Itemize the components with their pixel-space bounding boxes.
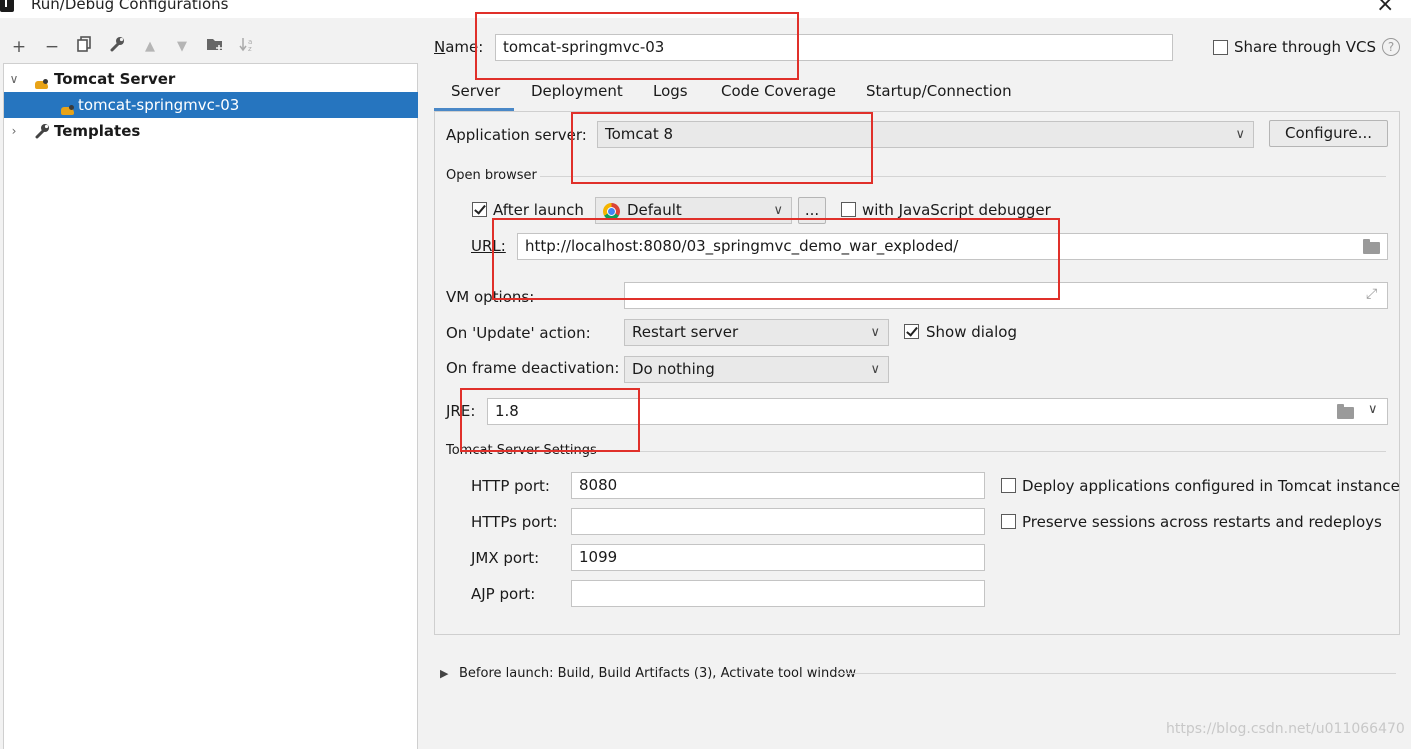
section-divider <box>595 451 1386 452</box>
jmx-port-field[interactable]: 1099 <box>571 544 985 571</box>
before-launch-label[interactable]: Before launch: Build, Build Artifacts (3… <box>459 666 856 681</box>
deploy-apps-label: Deploy applications configured in Tomcat… <box>1022 477 1400 495</box>
annotation-box-jre <box>460 388 640 452</box>
configuration-tree[interactable]: ∨ Tomcat Server tomcat-springmvc-03 › Te… <box>3 63 418 749</box>
folder-add-icon <box>207 39 222 51</box>
window-title: Run/Debug Configurations <box>31 0 229 13</box>
section-divider <box>836 673 1396 674</box>
copy-icon <box>77 36 91 52</box>
edit-defaults-button[interactable] <box>106 36 128 58</box>
deploy-apps-checkbox[interactable] <box>1001 478 1016 493</box>
http-port-label: HTTP port: <box>471 477 550 495</box>
remove-configuration-button[interactable]: − <box>41 36 63 58</box>
tree-item-label: tomcat-springmvc-03 <box>78 96 240 114</box>
update-action-label: On 'Update' action: <box>446 324 591 342</box>
tree-templates-label: Templates <box>54 122 141 140</box>
tomcat-icon <box>59 104 77 118</box>
tab-server[interactable]: Server <box>451 82 500 100</box>
chevron-right-icon[interactable]: › <box>8 118 20 144</box>
chevron-down-icon[interactable]: ∨ <box>8 66 20 92</box>
tab-logs[interactable]: Logs <box>653 82 688 100</box>
update-action-value: Restart server <box>632 323 739 341</box>
tree-group-label: Tomcat Server <box>54 70 176 88</box>
chevron-down-icon: ∨ <box>870 362 880 377</box>
tab-startup-connection[interactable]: Startup/Connection <box>866 82 1012 100</box>
wrench-icon <box>110 37 124 52</box>
tree-group-templates[interactable]: › Templates <box>4 118 418 144</box>
annotation-box-url <box>492 218 1060 300</box>
chevron-right-icon[interactable]: ▶ <box>440 667 448 680</box>
chevron-down-icon: ∨ <box>1235 127 1245 142</box>
wrench-icon <box>34 118 50 144</box>
open-browser-section-title: Open browser <box>446 168 537 183</box>
close-icon[interactable]: × <box>1376 0 1394 16</box>
jmx-port-label: JMX port: <box>471 549 540 567</box>
preserve-sessions-checkbox[interactable] <box>1001 514 1016 529</box>
https-port-field[interactable] <box>571 508 985 535</box>
sort-alpha-icon: az <box>239 38 252 53</box>
help-icon[interactable]: ? <box>1382 38 1400 56</box>
configure-button[interactable]: Configure... <box>1269 120 1388 147</box>
after-launch-checkbox[interactable] <box>472 202 487 217</box>
js-debugger-checkbox[interactable] <box>841 202 856 217</box>
frame-deactivation-select[interactable]: Do nothing ∨ <box>624 356 889 383</box>
chevron-down-icon: ∨ <box>870 325 880 340</box>
annotation-box-app-server <box>571 112 873 184</box>
tomcat-icon <box>33 78 51 92</box>
move-down-button[interactable]: ▼ <box>171 36 193 58</box>
app-server-label: Application server: <box>446 126 587 144</box>
intellij-app-icon <box>0 0 14 12</box>
add-configuration-button[interactable]: + <box>8 36 30 58</box>
tree-item-tomcat-springmvc-03[interactable]: tomcat-springmvc-03 <box>4 92 418 118</box>
preserve-sessions-label: Preserve sessions across restarts and re… <box>1022 513 1382 531</box>
folder-icon[interactable] <box>1363 239 1380 254</box>
copy-configuration-button[interactable] <box>73 36 95 58</box>
chevron-down-icon[interactable]: ∨ <box>1368 402 1378 417</box>
share-vcs-label: Share through VCS <box>1234 38 1377 56</box>
share-vcs-checkbox[interactable] <box>1213 40 1228 55</box>
http-port-field[interactable]: 8080 <box>571 472 985 499</box>
show-dialog-checkbox[interactable] <box>904 324 919 339</box>
ajp-port-label: AJP port: <box>471 585 536 603</box>
tab-code-coverage[interactable]: Code Coverage <box>721 82 836 100</box>
browser-value: Default <box>627 201 682 219</box>
tab-deployment[interactable]: Deployment <box>531 82 623 100</box>
ajp-port-field[interactable] <box>571 580 985 607</box>
https-port-label: HTTPs port: <box>471 513 558 531</box>
move-up-button[interactable]: ▲ <box>139 36 161 58</box>
sort-button[interactable]: az <box>237 36 259 58</box>
tree-group-tomcat-server[interactable]: ∨ Tomcat Server <box>4 66 418 92</box>
watermark-text: https://blog.csdn.net/u011066470 <box>1166 721 1405 737</box>
expand-icon[interactable]: ⤢ <box>1366 286 1377 302</box>
annotation-box-name <box>475 12 799 80</box>
new-folder-button[interactable] <box>204 36 226 58</box>
folder-icon[interactable] <box>1337 404 1354 419</box>
after-launch-label: After launch <box>493 201 584 219</box>
svg-text:z: z <box>248 45 252 52</box>
js-debugger-label: with JavaScript debugger <box>862 201 1051 219</box>
show-dialog-label: Show dialog <box>926 323 1017 341</box>
update-action-select[interactable]: Restart server ∨ <box>624 319 889 346</box>
frame-deactivation-value: Do nothing <box>632 360 715 378</box>
frame-deactivation-label: On frame deactivation: <box>446 359 620 377</box>
